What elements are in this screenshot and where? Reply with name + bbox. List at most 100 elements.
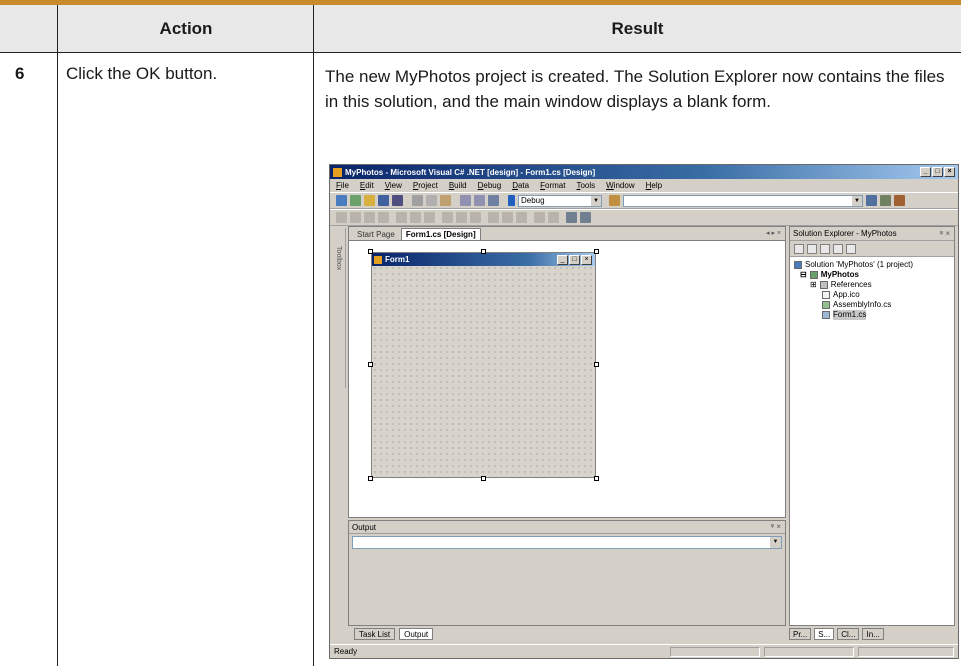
minimize-icon[interactable]: _: [920, 167, 931, 177]
spacing-icon[interactable]: [488, 212, 499, 223]
menu-format[interactable]: Format: [540, 181, 565, 190]
find-combo[interactable]: ▼: [623, 194, 863, 207]
tree-item[interactable]: AssemblyInfo.cs: [794, 300, 950, 310]
tree-item[interactable]: Form1.cs: [794, 310, 950, 320]
pin-close-icon[interactable]: ᵠ ×: [940, 229, 950, 238]
menu-help[interactable]: Help: [646, 181, 662, 190]
ide-menu-bar: File Edit View Project Build Debug Data …: [330, 179, 958, 192]
tab-class-view[interactable]: Cl...: [837, 628, 860, 640]
tab-task-list[interactable]: Task List: [354, 628, 396, 640]
tab-form1-design[interactable]: Form1.cs [Design]: [400, 228, 481, 240]
maximize-icon[interactable]: □: [932, 167, 943, 177]
align-center-icon[interactable]: [364, 212, 375, 223]
menu-tools[interactable]: Tools: [576, 181, 595, 190]
add-item-icon[interactable]: [350, 195, 361, 206]
tree-item-label: MyPhotos: [820, 270, 859, 279]
status-pane: [858, 647, 954, 657]
tab-index[interactable]: In...: [862, 628, 884, 640]
paste-icon[interactable]: [440, 195, 451, 206]
align-left-icon[interactable]: [350, 212, 361, 223]
same-height-icon[interactable]: [456, 212, 467, 223]
center-horizontal-icon[interactable]: [534, 212, 545, 223]
output-source-combo[interactable]: ▼: [352, 536, 782, 549]
tab-solution-explorer[interactable]: S...: [814, 628, 835, 640]
output-panel: Output ᵠ × ▼: [348, 520, 786, 626]
bring-to-front-icon[interactable]: [566, 212, 577, 223]
menu-build[interactable]: Build: [449, 181, 467, 190]
step-action-text: Click the OK button.: [66, 64, 218, 83]
tree-item[interactable]: Solution 'MyPhotos' (1 project): [794, 260, 950, 270]
toolbox-icon[interactable]: [894, 195, 905, 206]
resize-handle[interactable]: [368, 476, 373, 481]
align-top-icon[interactable]: [396, 212, 407, 223]
resize-handle[interactable]: [594, 362, 599, 367]
tree-item[interactable]: ⊞ References: [794, 280, 950, 290]
resize-handle[interactable]: [481, 249, 486, 254]
cut-icon[interactable]: [412, 195, 423, 206]
save-all-icon[interactable]: [392, 195, 403, 206]
configuration-value: Debug: [521, 196, 545, 205]
menu-view[interactable]: View: [385, 181, 402, 190]
copy-icon[interactable]: [426, 195, 437, 206]
layout-toolbar: [330, 209, 958, 226]
new-project-icon[interactable]: [336, 195, 347, 206]
tree-item[interactable]: App.ico: [794, 290, 950, 300]
show-all-files-icon[interactable]: [833, 243, 843, 254]
view-code-icon[interactable]: [794, 243, 804, 254]
status-bar: Ready: [330, 644, 958, 658]
open-folder-icon[interactable]: [364, 195, 375, 206]
tab-output[interactable]: Output: [399, 628, 434, 640]
resize-handle[interactable]: [368, 249, 373, 254]
project-icon: [809, 271, 818, 279]
tab-properties[interactable]: Pr...: [789, 628, 812, 640]
menu-file[interactable]: File: [336, 181, 349, 190]
status-text: Ready: [334, 647, 358, 656]
menu-data[interactable]: Data: [512, 181, 529, 190]
step-number: 6: [15, 64, 25, 83]
align-bottom-icon[interactable]: [424, 212, 435, 223]
spacing-icon[interactable]: [502, 212, 513, 223]
properties-icon[interactable]: [846, 243, 856, 254]
resize-handle[interactable]: [594, 476, 599, 481]
resize-handle[interactable]: [481, 476, 486, 481]
toolbox-panel[interactable]: Toolbox: [332, 228, 346, 388]
tree-item-label: Solution 'MyPhotos' (1 project): [805, 260, 913, 269]
navigate-icon[interactable]: [488, 195, 499, 206]
refresh-icon[interactable]: [820, 243, 830, 254]
redo-icon[interactable]: [474, 195, 485, 206]
menu-project[interactable]: Project: [413, 181, 438, 190]
tab-start-page[interactable]: Start Page: [353, 228, 399, 240]
configuration-combo[interactable]: Debug ▼: [518, 194, 602, 207]
references-icon: [819, 281, 828, 289]
ide-title-bar: MyPhotos - Microsoft Visual C# .NET [des…: [330, 165, 958, 179]
tab-scroll-close-icon[interactable]: ◂ ▸ ×: [766, 229, 781, 237]
find-icon[interactable]: [609, 195, 620, 206]
properties-icon[interactable]: [880, 195, 891, 206]
align-grid-icon[interactable]: [336, 212, 347, 223]
action-column-header: Action: [159, 19, 213, 38]
solution-explorer-icon[interactable]: [866, 195, 877, 206]
same-size-icon[interactable]: [470, 212, 481, 223]
resize-handle[interactable]: [368, 362, 373, 367]
same-width-icon[interactable]: [442, 212, 453, 223]
resize-handle[interactable]: [594, 249, 599, 254]
undo-icon[interactable]: [460, 195, 471, 206]
form1-designer-surface[interactable]: Form1 _ □ ×: [371, 252, 596, 478]
center-vertical-icon[interactable]: [548, 212, 559, 223]
tree-item[interactable]: ⊟ MyPhotos: [794, 270, 950, 280]
close-icon[interactable]: ×: [944, 167, 955, 177]
view-designer-icon[interactable]: [807, 243, 817, 254]
menu-edit[interactable]: Edit: [360, 181, 374, 190]
save-icon[interactable]: [378, 195, 389, 206]
align-middle-icon[interactable]: [410, 212, 421, 223]
tree-item-label: Form1.cs: [833, 310, 867, 320]
pin-close-icon[interactable]: ᵠ ×: [771, 522, 781, 531]
spacing-icon[interactable]: [516, 212, 527, 223]
align-right-icon[interactable]: [378, 212, 389, 223]
send-to-back-icon[interactable]: [580, 212, 591, 223]
menu-window[interactable]: Window: [606, 181, 634, 190]
form1-title: Form1: [385, 255, 410, 264]
ide-screenshot: MyPhotos - Microsoft Visual C# .NET [des…: [329, 164, 959, 659]
menu-debug[interactable]: Debug: [478, 181, 502, 190]
start-debug-icon[interactable]: [508, 195, 515, 206]
